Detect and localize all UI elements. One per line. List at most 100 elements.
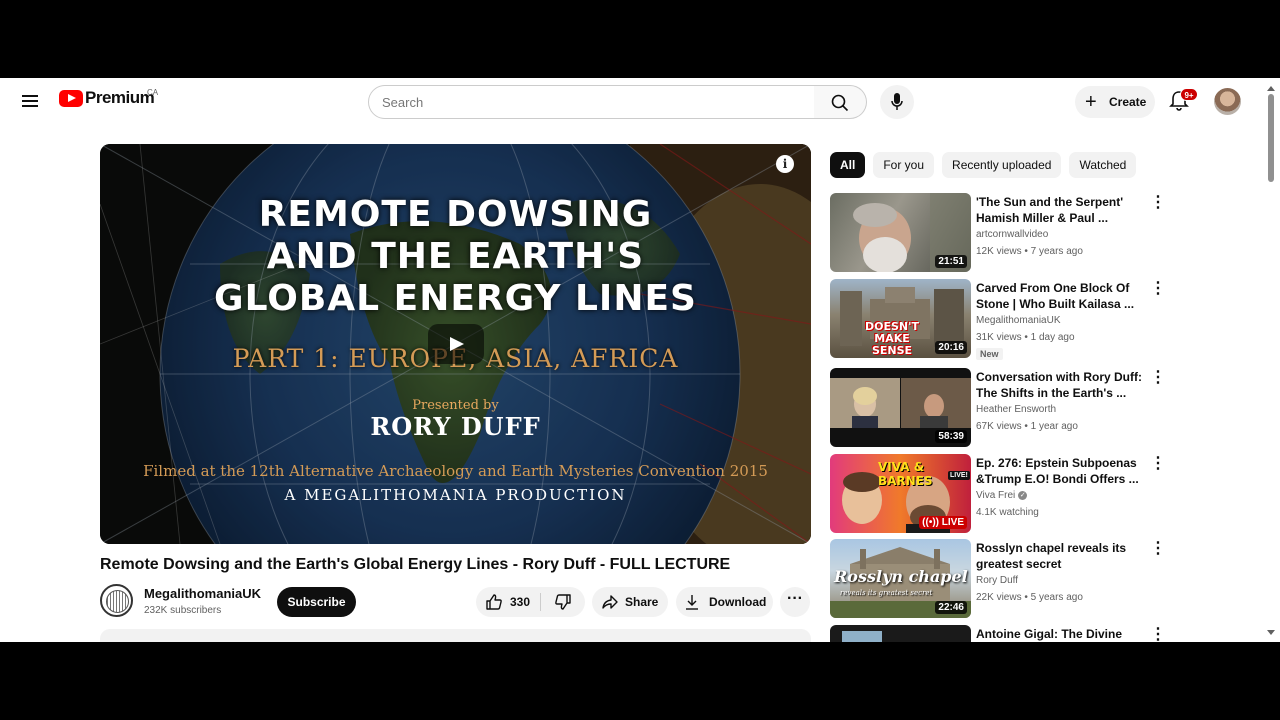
create-button[interactable]: + Create xyxy=(1075,86,1155,118)
overlay-production-text: A MEGALITHOMANIA PRODUCTION xyxy=(284,486,627,504)
recommendation-meta: 12K views • 7 years ago xyxy=(976,246,1083,257)
recommendation-title[interactable]: Conversation with Rory Duff: The Shifts … xyxy=(976,369,1146,401)
youtube-watch-page: Premium CA + Create 9+ xyxy=(0,78,1280,642)
subscriber-count: 232K subscribers xyxy=(144,605,222,616)
channel-name[interactable]: MegalithomaniaUK xyxy=(144,586,261,601)
like-dislike-group: 330 xyxy=(476,587,585,617)
scrollbar-thumb[interactable] xyxy=(1268,94,1274,182)
video-call-thumbnail[interactable]: 58:39 xyxy=(830,368,971,447)
overlay-presenter-name: RORY DUFF xyxy=(370,412,541,441)
subscribe-button[interactable]: Subscribe xyxy=(277,587,356,617)
thumbnail-overlay-text: DOESN'T MAKE SENSE xyxy=(865,320,919,357)
notification-count-badge: 9+ xyxy=(1180,88,1198,101)
play-button-icon[interactable] xyxy=(428,324,484,364)
search-button[interactable] xyxy=(814,85,867,119)
share-button[interactable]: Share xyxy=(592,587,668,617)
overlay-title-line-1: REMOTE DOWSING xyxy=(258,194,653,235)
recommendation-channel[interactable]: Heather Ensworth xyxy=(976,404,1056,415)
kebab-menu-icon[interactable]: ⋮ xyxy=(1150,281,1166,302)
live-badge: ((•)) LIVE xyxy=(919,516,967,529)
thumbnail-overlay-text: Rosslyn chapel xyxy=(834,567,968,586)
download-button[interactable]: Download xyxy=(676,587,773,617)
recommendation-title[interactable]: Carved From One Block Of Stone | Who Bui… xyxy=(976,280,1146,312)
account-avatar[interactable] xyxy=(1214,88,1241,115)
dislike-button[interactable] xyxy=(541,587,585,617)
search-icon xyxy=(831,94,849,112)
search-input[interactable] xyxy=(368,85,815,119)
video-duration: 22:46 xyxy=(935,601,967,614)
recommendation-channel-row[interactable]: Viva Frei ✓ xyxy=(976,490,1028,501)
share-arrow-icon xyxy=(602,595,618,609)
overlay-filmed-text: Filmed at the 12th Alternative Archaeolo… xyxy=(143,462,768,480)
plus-icon: + xyxy=(1085,91,1097,113)
kebab-menu-icon[interactable]: ⋮ xyxy=(1150,195,1166,216)
letterbox-bottom xyxy=(0,642,1280,720)
youtube-premium-logo[interactable]: Premium xyxy=(59,88,155,108)
logo-text: Premium xyxy=(85,88,155,107)
recommendation-title[interactable]: 'The Sun and the Serpent' Hamish Miller … xyxy=(976,194,1146,226)
podcast-thumbnail[interactable]: VIVA & BARNES LIVE! ((•)) LIVE xyxy=(830,454,971,533)
video-duration: 21:51 xyxy=(935,255,967,268)
recommendation-item[interactable]: 21:51 'The Sun and the Serpent' Hamish M… xyxy=(830,193,1270,273)
recommendation-item[interactable]: VIVA & BARNES LIVE! ((•)) LIVE Ep. 276: … xyxy=(830,454,1270,534)
recommendation-title[interactable]: Ep. 276: Epstein Subpoenas &Trump E.O! B… xyxy=(976,455,1146,487)
scroll-up-arrow-icon[interactable] xyxy=(1267,86,1275,91)
new-badge: New xyxy=(976,348,1003,360)
chip-all[interactable]: All xyxy=(830,152,866,178)
thumbs-down-icon xyxy=(555,594,571,610)
recommendation-meta: 67K views • 1 year ago xyxy=(976,421,1078,432)
share-label: Share xyxy=(625,595,659,609)
more-actions-icon[interactable]: ··· xyxy=(780,587,810,617)
recommendation-item[interactable]: Antoine Gigal: The Divine Island ⋮ xyxy=(830,625,1270,642)
kebab-menu-icon[interactable]: ⋮ xyxy=(1150,627,1166,643)
video-duration: 20:16 xyxy=(935,341,967,354)
verified-check-icon: ✓ xyxy=(1018,490,1028,500)
info-icon[interactable]: i xyxy=(776,155,794,173)
recommendation-channel[interactable]: artcornwallvideo xyxy=(976,229,1048,240)
microphone-icon xyxy=(891,93,903,110)
chip-watched[interactable]: Watched xyxy=(1069,152,1137,178)
chip-for-you[interactable]: For you xyxy=(873,152,935,178)
download-label: Download xyxy=(709,595,767,609)
video-title: Remote Dowsing and the Earth's Global En… xyxy=(100,556,731,573)
region-code: CA xyxy=(147,88,159,97)
kebab-menu-icon[interactable]: ⋮ xyxy=(1150,541,1166,562)
island-thumbnail[interactable] xyxy=(830,625,971,642)
recommendation-meta: 22K views • 5 years ago xyxy=(976,592,1083,603)
description-box[interactable] xyxy=(100,629,811,642)
hamburger-menu-icon[interactable] xyxy=(18,90,42,114)
recommendation-title[interactable]: Antoine Gigal: The Divine Island xyxy=(976,626,1146,642)
thumbnail-overlay-subtext: reveals its greatest secret xyxy=(840,589,933,597)
download-icon xyxy=(686,595,698,610)
create-label: Create xyxy=(1109,95,1147,109)
chapel-thumbnail[interactable]: Rosslyn chapel reveals its greatest secr… xyxy=(830,539,971,618)
overlay-title-line-3: GLOBAL ENERGY LINES xyxy=(214,278,697,319)
recommendation-channel: Viva Frei xyxy=(976,490,1016,501)
recommendation-meta: 4.1K watching xyxy=(976,507,1039,518)
recommendation-title[interactable]: Rosslyn chapel reveals its greatest secr… xyxy=(976,540,1146,572)
overlay-title-line-2: AND THE EARTH'S xyxy=(266,236,645,277)
recommendation-channel[interactable]: MegalithomaniaUK xyxy=(976,315,1061,326)
recommendation-meta: 31K views • 1 day ago xyxy=(976,332,1075,343)
thumbs-up-icon xyxy=(486,594,502,610)
kebab-menu-icon[interactable]: ⋮ xyxy=(1150,456,1166,477)
temple-thumbnail[interactable]: DOESN'T MAKE SENSE 20:16 xyxy=(830,279,971,358)
recommendation-item[interactable]: Rosslyn chapel reveals its greatest secr… xyxy=(830,539,1270,619)
voice-search-button[interactable] xyxy=(880,85,914,119)
kebab-menu-icon[interactable]: ⋮ xyxy=(1150,370,1166,391)
channel-avatar[interactable] xyxy=(100,584,133,617)
letterbox-top xyxy=(0,0,1280,78)
chip-recently-uploaded[interactable]: Recently uploaded xyxy=(942,152,1062,178)
thumbnail-live-badge: LIVE! xyxy=(948,471,970,480)
overlay-presented-by: Presented by xyxy=(412,398,499,413)
video-player[interactable]: REMOTE DOWSING AND THE EARTH'S GLOBAL EN… xyxy=(100,144,811,544)
recommendation-item[interactable]: DOESN'T MAKE SENSE 20:16 Carved From One… xyxy=(830,279,1270,360)
like-count: 330 xyxy=(510,595,531,609)
video-duration: 58:39 xyxy=(935,430,967,443)
recommendation-channel[interactable]: Rory Duff xyxy=(976,575,1018,586)
filter-chips: All For you Recently uploaded Watched xyxy=(830,152,1144,178)
live-label: LIVE xyxy=(941,517,964,528)
bearded-man-thumbnail[interactable]: 21:51 xyxy=(830,193,971,272)
like-button[interactable]: 330 xyxy=(476,587,540,617)
recommendation-item[interactable]: 58:39 Conversation with Rory Duff: The S… xyxy=(830,368,1270,448)
